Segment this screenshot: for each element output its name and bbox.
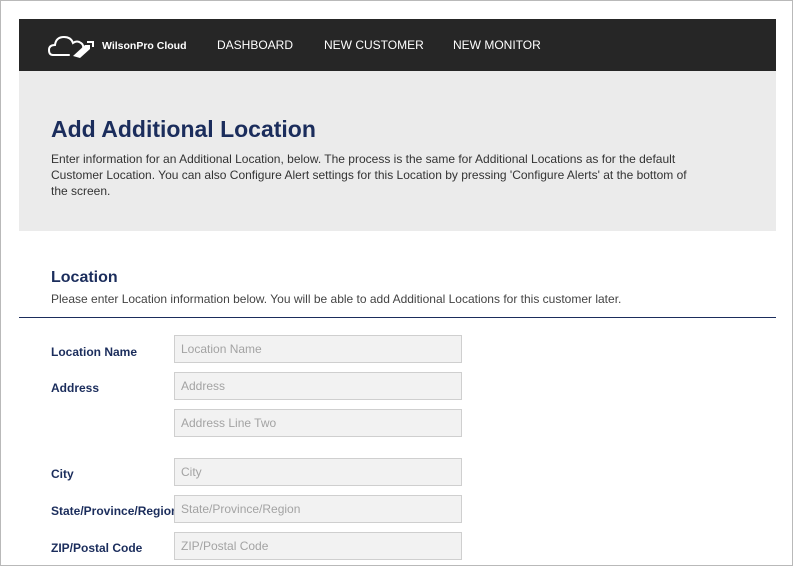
nav-link-dashboard[interactable]: DASHBOARD [217, 38, 293, 52]
address-input[interactable] [174, 372, 462, 400]
location-name-input[interactable] [174, 335, 462, 363]
brand-logo[interactable]: WilsonPro Cloud [47, 31, 187, 59]
zip-label: ZIP/Postal Code [51, 541, 143, 555]
state-input[interactable] [174, 495, 462, 523]
address-line-two-input[interactable] [174, 409, 462, 437]
location-section-title: Location [51, 269, 118, 286]
page-description: Enter information for an Additional Loca… [51, 152, 687, 198]
zip-input[interactable] [174, 532, 462, 560]
section-divider [19, 317, 776, 318]
location-section-description: Please enter Location information below.… [51, 292, 622, 306]
state-label: State/Province/Region [51, 504, 179, 518]
city-label: City [51, 467, 74, 481]
page-header: Add Additional Location Enter informatio… [19, 71, 776, 231]
nav-link-new-customer[interactable]: NEW CUSTOMER [324, 38, 424, 52]
address-label: Address [51, 381, 100, 395]
nav-link-new-monitor[interactable]: NEW MONITOR [453, 38, 541, 52]
brand-name: WilsonPro Cloud [102, 40, 187, 52]
page-title: Add Additional Location [51, 116, 316, 142]
location-name-label: Location Name [51, 345, 138, 359]
page-frame: WilsonPro Cloud DASHBOARD NEW CUSTOMER N… [0, 0, 793, 566]
city-input[interactable] [174, 458, 462, 486]
top-navbar: WilsonPro Cloud DASHBOARD NEW CUSTOMER N… [19, 19, 776, 71]
cloud-logo-icon [47, 35, 94, 58]
